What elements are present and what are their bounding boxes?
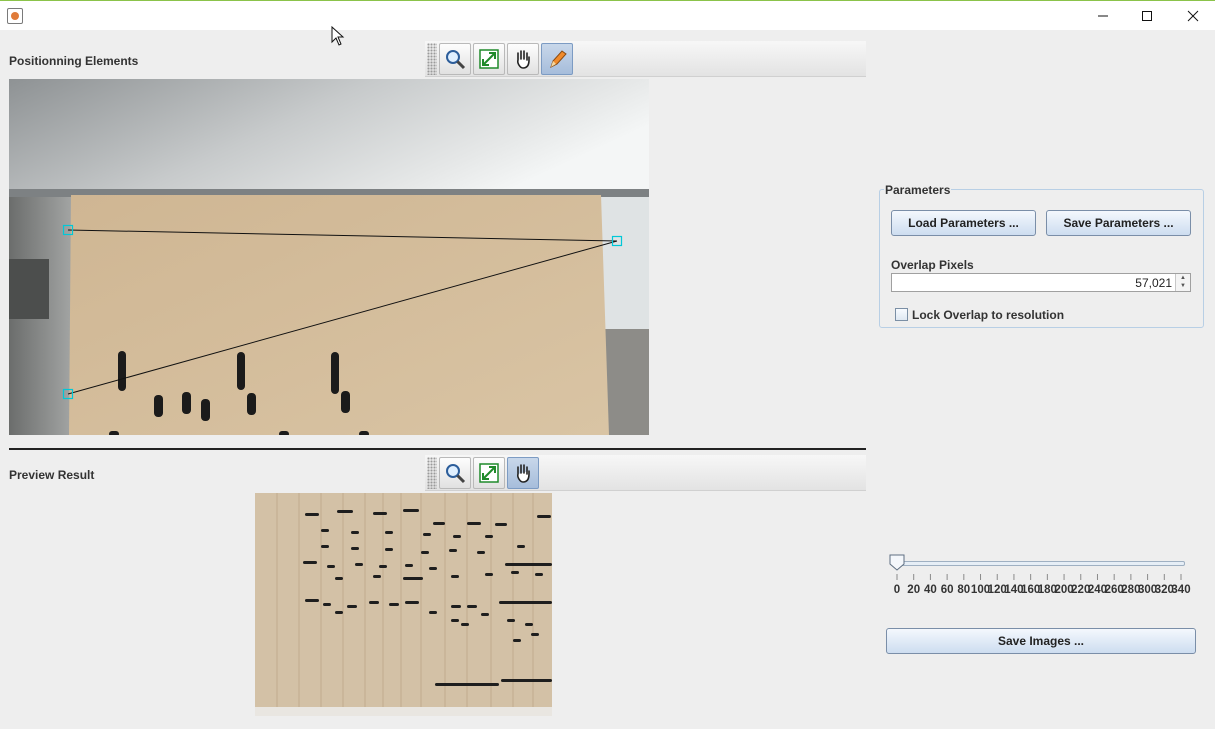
- save-images-button[interactable]: Save Images ...: [886, 628, 1196, 654]
- slider-tick-label: 40: [924, 584, 937, 596]
- slider-tick-label: 80: [957, 584, 971, 596]
- slider-tick-label: 340: [1171, 584, 1191, 596]
- slider-tick-label: 0: [893, 584, 901, 596]
- slider-tick-label: 60: [940, 584, 954, 596]
- slider-tick-label: 20: [907, 584, 921, 596]
- slider-ticks: [896, 574, 1182, 580]
